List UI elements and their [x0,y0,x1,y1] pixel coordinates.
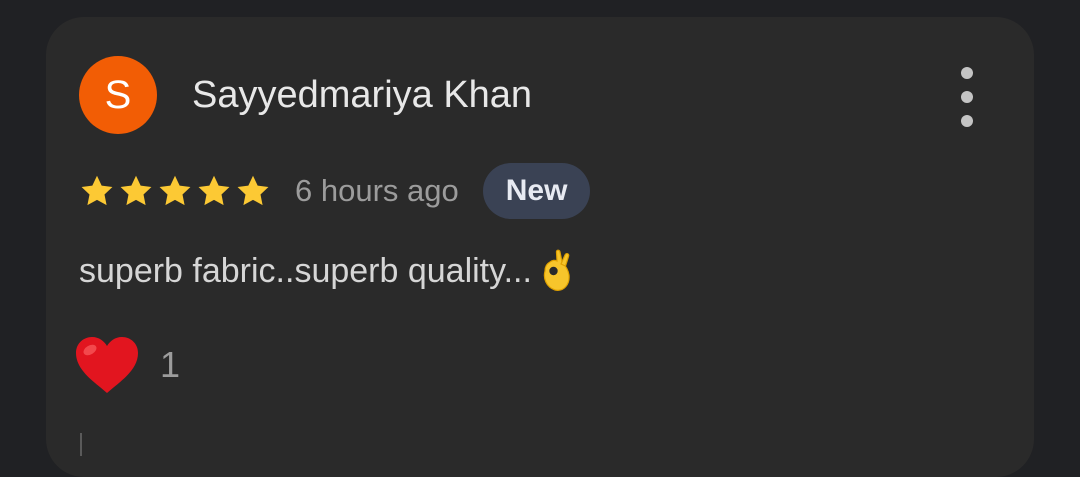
reaction-count: 1 [160,344,181,385]
star-icon [120,175,152,206]
review-text-row: superb fabric..superb quality... [79,248,576,294]
star-icon [159,175,191,206]
new-badge: New [482,163,591,219]
review-card: S Sayyedmariya Khan 6 hours ago New supe… [46,17,1034,477]
star-rating [78,173,273,209]
avatar[interactable]: S [79,56,157,134]
red-heart-icon[interactable] [74,335,140,395]
rating-row: 6 hours ago New [78,163,591,219]
divider [80,433,82,456]
avatar-initial: S [104,73,132,117]
reactions-row: 1 [74,335,180,395]
star-icon [81,175,113,206]
review-text: superb fabric..superb quality... [79,252,532,290]
more-options-button[interactable] [951,67,983,127]
star-icon [237,175,269,206]
ok-hand-icon [543,249,570,291]
review-timestamp: 6 hours ago [295,173,459,208]
star-icon [198,175,230,206]
reviewer-name[interactable]: Sayyedmariya Khan [192,73,532,117]
